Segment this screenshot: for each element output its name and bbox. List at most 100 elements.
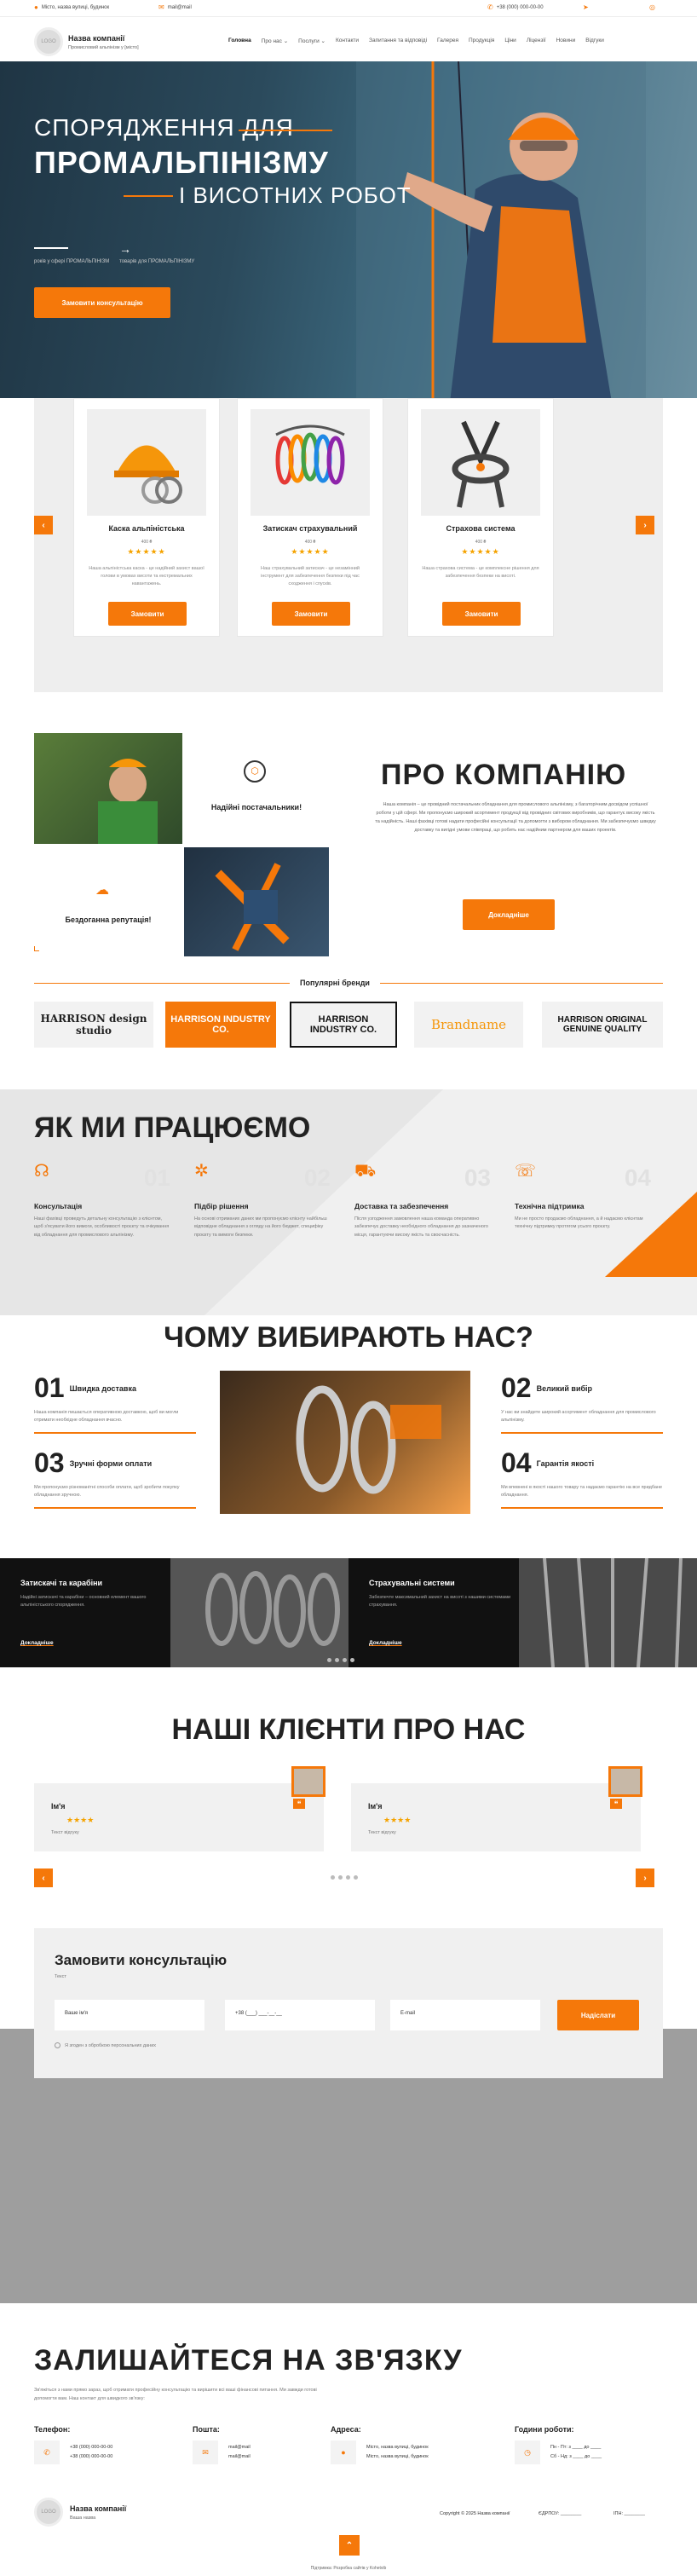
more-link[interactable]: Докладніше xyxy=(369,1640,402,1646)
email-info[interactable]: ✉ mail@mail xyxy=(158,4,192,11)
site-credit[interactable]: Підтримка: Розробка сайтів у Kohetvib xyxy=(0,2566,697,2571)
about-photo-2 xyxy=(184,847,329,956)
tile-reputation: ☁ Бездоганна репутація! xyxy=(34,847,182,956)
checkbox-icon[interactable] xyxy=(55,2042,60,2048)
quote-icon: ❝ xyxy=(293,1799,305,1809)
consent-checkbox[interactable]: Я згоден з обробкою персональних даних xyxy=(55,2042,156,2048)
order-button[interactable]: Замовити xyxy=(272,602,350,626)
brand-logo[interactable]: HARRISON INDUSTRY CO. xyxy=(290,1002,397,1048)
why-item: 03 Зручні форми оплати Ми пропонуємо різн… xyxy=(34,1447,196,1509)
services-pagination[interactable] xyxy=(327,1658,354,1662)
form-title: Замовити консультацію xyxy=(55,1952,228,1968)
address-info: ● Місто, назва вулиці, будинок xyxy=(34,3,110,11)
products-section: Каска альпіністська 400 ₴ ★★★★★ Наша аль… xyxy=(34,398,663,692)
why-item: 01 Швидка доставка Наша компанія пишаєтьс… xyxy=(34,1372,196,1434)
helmet-image xyxy=(87,409,206,516)
nav-item[interactable]: Ціни xyxy=(504,38,516,44)
quote-icon: ❝ xyxy=(610,1799,622,1809)
brand-logo[interactable]: HARRISON design studio xyxy=(34,1002,153,1048)
corner-decor xyxy=(34,946,39,951)
prev-arrow-button[interactable]: ‹ xyxy=(34,1868,53,1887)
nav-item[interactable]: Головна xyxy=(228,38,251,44)
product-price: 400 ₴ xyxy=(475,540,487,545)
product-card: Каска альпіністська 400 ₴ ★★★★★ Наша аль… xyxy=(73,398,220,637)
whatsapp-icon: ◎ xyxy=(649,3,655,11)
reviews-title: НАШІ КЛІЄНТИ ПРО НАС xyxy=(171,1713,526,1746)
clock-icon: ◷ xyxy=(515,2440,540,2464)
copyright: Copyright © 2025 Назва компанії xyxy=(440,2511,510,2516)
rating-stars: ★★★★★ xyxy=(127,547,166,556)
footer-logo[interactable]: LOGO Назва компанії Ваша назва xyxy=(34,2498,126,2527)
contact-addresses: Адреса: ● Місто, назва вулиці, будинок Міс… xyxy=(331,2425,484,2464)
about-photo-1 xyxy=(34,733,182,844)
brand-logo[interactable]: HARRISON INDUSTRY CO. xyxy=(165,1002,276,1048)
avatar xyxy=(291,1766,325,1797)
contact-mails: Пошта: ✉ mail@mail mail@mail xyxy=(193,2425,346,2464)
phone-info[interactable]: ✆ +38 (000) 000-00-00 xyxy=(487,4,544,11)
product-desc: Наша страхова система - це комплексне рі… xyxy=(422,566,539,579)
hero-title-line3: І ВИСОТНИХ РОБОТ xyxy=(179,182,412,208)
nav-item[interactable]: Контакти xyxy=(336,38,359,44)
nav-item[interactable]: Новини xyxy=(556,38,576,44)
brands-title: Популярні бренди xyxy=(290,979,380,987)
hero-cta-button[interactable]: Замовити консультацію xyxy=(34,287,170,318)
more-link[interactable]: Докладніше xyxy=(20,1640,54,1646)
product-desc: Наш страхувальний затискач - це незамінн… xyxy=(260,566,360,586)
stat-products: товарів для ПРОМАЛЬПІНІЗМУ xyxy=(119,259,195,264)
company-tagline: Промисловий альпінізм у [місто] xyxy=(68,44,139,50)
location-icon: ● xyxy=(331,2440,356,2464)
submit-button[interactable]: Надіслати xyxy=(557,2000,639,2030)
nav-item[interactable]: Продукція xyxy=(469,38,494,44)
reviews-pagination[interactable] xyxy=(331,1875,358,1880)
ipn: ІПН: ________ xyxy=(613,2511,645,2516)
brand-logo[interactable]: HARRISON ORIGINAL GENUINE QUALITY xyxy=(542,1002,663,1048)
phone-icon: ✆ xyxy=(487,3,493,11)
nav-item[interactable]: Відгуки xyxy=(585,38,604,44)
main-nav: Головна Про нас ⌄ Послуги ⌄ Контакти Зап… xyxy=(228,38,604,44)
order-button[interactable]: Замовити xyxy=(442,602,521,626)
harness-image xyxy=(421,409,540,516)
location-icon: ● xyxy=(34,3,38,11)
phone-icon: ✆ xyxy=(34,2440,60,2464)
brand-logo[interactable]: Brandname xyxy=(414,1002,523,1048)
edrpou: ЄДРПОУ: ________ xyxy=(539,2511,582,2516)
header-logo[interactable]: LOGO Назва компанії Промисловий альпініз… xyxy=(34,27,139,56)
telegram-link[interactable]: ➤ xyxy=(583,4,589,11)
product-card: Страхова система 400 ₴ ★★★★★ Наша страхо… xyxy=(407,398,554,637)
headset-icon: ☊ xyxy=(34,1162,49,1181)
prev-arrow-button[interactable]: ‹ xyxy=(34,516,53,534)
rating-stars: ★★★★ xyxy=(383,1816,412,1824)
nav-item[interactable]: Послуги ⌄ xyxy=(298,38,325,44)
climber-photo xyxy=(356,61,646,398)
scroll-top-button[interactable]: ⌃ xyxy=(339,2535,360,2556)
whatsapp-link[interactable]: ◎ xyxy=(649,4,655,11)
phone-field[interactable]: +38 (___) ___-__-__ xyxy=(225,2000,375,2030)
name-field[interactable]: Ваше ім'я xyxy=(55,2000,204,2030)
logo-image: LOGO xyxy=(34,27,63,56)
product-card: Затискач страхувальний 400 ₴ ★★★★★ Наш с… xyxy=(237,398,383,637)
handshake-icon: ☁ xyxy=(95,883,109,898)
tile-reputation-text: Бездоганна репутація! xyxy=(65,915,152,924)
form-subtitle: Текст xyxy=(55,1974,66,1979)
next-arrow-button[interactable]: › xyxy=(636,1868,654,1887)
nav-item[interactable]: Галерея xyxy=(437,38,458,44)
product-name: Затискач страхувальний xyxy=(262,524,358,533)
order-button[interactable]: Замовити xyxy=(108,602,187,626)
about-more-button[interactable]: Докладніше xyxy=(463,899,555,930)
email-field[interactable]: E-mail xyxy=(390,2000,540,2030)
truck-icon: ⛟ xyxy=(354,1162,377,1181)
stat-arrow-icon: → xyxy=(119,242,131,256)
top-bar: ● Місто, назва вулиці, будинок ✉ mail@mail… xyxy=(0,0,697,17)
nav-item[interactable]: Ліцензії xyxy=(527,38,546,44)
how-title: ЯК МИ ПРАЦЮЄМО xyxy=(34,1112,311,1144)
consultation-form: Замовити консультацію Текст Ваше ім'я +3… xyxy=(34,1928,663,2078)
contacts-title: ЗАЛИШАЙТЕСЯ НА ЗВ'ЯЗКУ xyxy=(34,2344,463,2377)
product-desc: Наша альпіністська каска - це надійний з… xyxy=(89,566,204,586)
hero-title-line2: ПРОМАЛЬПІНІЗМУ xyxy=(34,145,329,180)
rating-stars: ★★★★★ xyxy=(461,547,500,556)
carabiners-image xyxy=(251,409,370,516)
nav-item[interactable]: Про нас ⌄ xyxy=(262,38,288,44)
next-arrow-button[interactable]: › xyxy=(636,516,654,534)
nav-item[interactable]: Запитання та відповіді xyxy=(369,38,427,44)
step-selection: ✲ 02 Підбір рішення На основі отриманих … xyxy=(194,1162,331,1238)
